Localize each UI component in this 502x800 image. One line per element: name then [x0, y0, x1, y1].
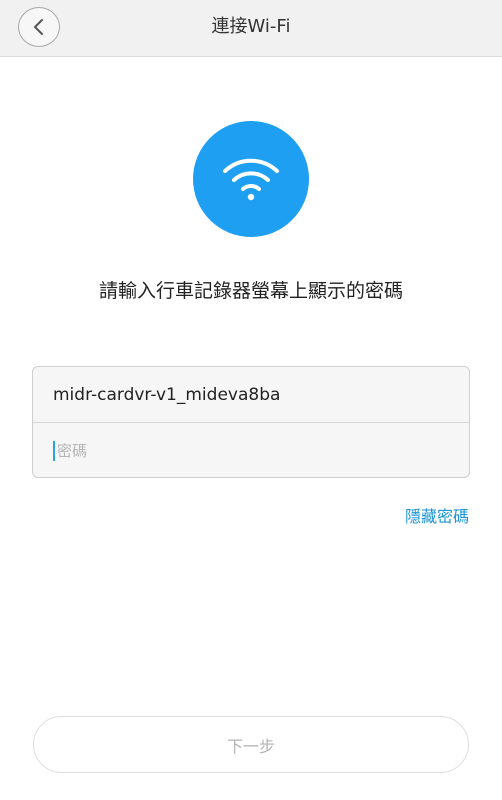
wifi-badge [193, 121, 309, 237]
password-input[interactable] [57, 441, 437, 460]
next-button[interactable]: 下一步 [33, 716, 469, 773]
top-bar: 連接Wi-Fi [0, 0, 502, 57]
ssid-field[interactable]: midr-cardvr-v1_mideva8ba [33, 367, 469, 423]
password-field-wrapper[interactable] [33, 423, 469, 477]
wifi-icon [223, 158, 279, 201]
text-caret [53, 440, 55, 461]
instruction-text: 請輸入行車記錄器螢幕上顯示的密碼 [98, 280, 403, 302]
page-title: 連接Wi-Fi [211, 16, 291, 37]
credentials-form: midr-cardvr-v1_mideva8ba [32, 366, 470, 478]
hide-password-link[interactable]: 隱藏密碼 [405, 506, 469, 528]
